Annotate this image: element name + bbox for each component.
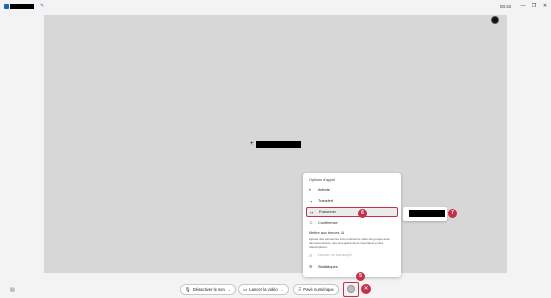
section-heading-label: Mettre aux tenues	[309, 230, 340, 235]
title-bar: ✎ 00:42 — ❐ ✕	[0, 0, 551, 14]
transfer-icon: ⇢	[309, 198, 313, 204]
more-options-icon	[347, 285, 355, 293]
video-button[interactable]: ▭ Lancer la vidéo ⌄	[238, 284, 289, 295]
pause-icon: ⏸	[309, 187, 311, 193]
merge-icon: ↣	[310, 209, 314, 215]
minimize-button[interactable]: —	[519, 3, 527, 10]
merge-target-redacted	[409, 210, 445, 217]
avatar[interactable]	[491, 16, 499, 24]
menu-item-fusionner[interactable]: ↣ Fusionner	[306, 207, 398, 217]
keypad-icon: ⠿	[298, 286, 302, 292]
merge-target-flyout[interactable]	[403, 207, 447, 221]
menu-item-label: Attente	[318, 187, 331, 192]
step-badge-flyout: 7	[448, 209, 457, 218]
stats-icon: ⚙	[309, 264, 313, 270]
menu-item-transfert[interactable]: ⇢ Transfert	[303, 196, 401, 208]
external-link-icon: ⧉	[341, 230, 344, 235]
section-heading[interactable]: Mettre aux tenues ⧉	[303, 229, 401, 237]
restore-button[interactable]: ❐	[530, 3, 538, 10]
cursor-icon: +	[250, 141, 254, 147]
step-badge-more: 5	[356, 272, 365, 281]
step-badge-fusionner: 6	[358, 209, 367, 218]
pin-icon[interactable]: ✎	[40, 3, 44, 9]
app-logo-icon	[4, 4, 9, 9]
hang-up-button[interactable]: ✕	[361, 284, 371, 294]
call-options-menu: Options d'appel ⏸ Attente ⇢ Transfert ↣ …	[303, 173, 401, 277]
menu-item-label: Lancer un transcript	[318, 253, 352, 258]
mute-button-label: Désactiver le son	[192, 287, 225, 292]
menu-item-label: Transfert	[318, 199, 334, 204]
microphone-icon: 🎙	[185, 286, 191, 292]
chat-icon[interactable]: ▤	[10, 287, 15, 293]
call-timer: 00:42	[500, 4, 512, 9]
transcript-icon: Ꭿ	[309, 252, 312, 258]
menu-heading: Options d'appel	[309, 178, 336, 182]
menu-item-transcript: Ꭿ Lancer un transcript	[303, 250, 401, 262]
menu-item-attente[interactable]: ⏸ Attente	[303, 184, 401, 196]
menu-item-label: Statistiques	[318, 264, 338, 269]
menu-item-label: Conférence	[318, 220, 338, 225]
close-window-button[interactable]: ✕	[541, 3, 549, 10]
menu-item-statistiques[interactable]: ⚙ Statistiques	[303, 261, 401, 273]
participant-name-redacted	[256, 141, 301, 148]
mute-button[interactable]: 🎙 Désactiver le son ⌄	[180, 284, 236, 295]
menu-item-conference[interactable]: ☺ Conférence	[303, 217, 401, 229]
menu-item-label: Fusionner	[319, 210, 336, 214]
video-button-label: Lancer la vidéo	[249, 287, 278, 292]
keypad-button[interactable]: ⠿ Pavé numérique	[293, 284, 339, 295]
section-description: Ajouter des personnes à la conférence vi…	[309, 236, 390, 249]
chevron-down-icon[interactable]: ⌄	[281, 288, 284, 292]
keypad-button-label: Pavé numérique	[303, 287, 334, 292]
chevron-down-icon[interactable]: ⌄	[228, 288, 231, 292]
camera-icon: ▭	[243, 286, 248, 292]
conference-icon: ☺	[309, 220, 314, 226]
more-options-button[interactable]	[343, 282, 359, 297]
window-title-redacted	[10, 4, 34, 9]
